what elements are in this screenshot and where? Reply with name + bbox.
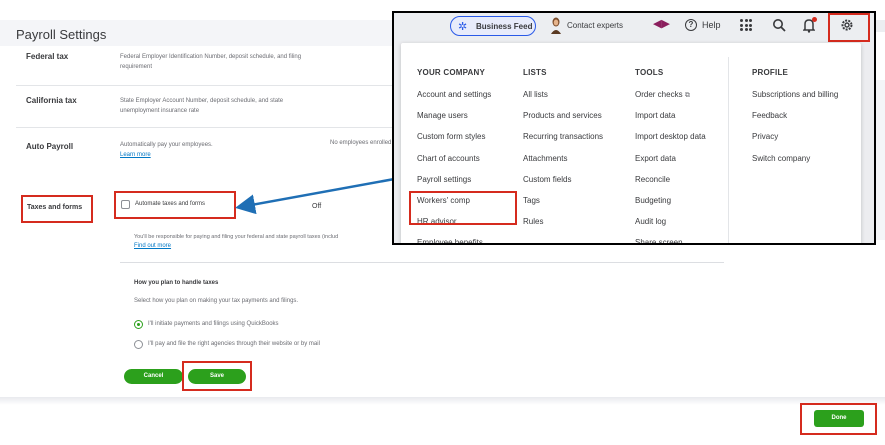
- menu-list: All lists Products and services Recurrin…: [523, 84, 603, 232]
- menu-item-import-data[interactable]: Import data: [635, 105, 706, 126]
- help-link[interactable]: Help: [702, 20, 721, 30]
- menu-item-subscriptions-billing[interactable]: Subscriptions and billing: [752, 84, 838, 105]
- menu-heading: PROFILE: [752, 68, 789, 77]
- menu-item-tags[interactable]: Tags: [523, 190, 603, 211]
- menu-item-recurring-transactions[interactable]: Recurring transactions: [523, 126, 603, 147]
- order-checks-label: Order checks: [635, 90, 683, 99]
- menu-item-chart-of-accounts[interactable]: Chart of accounts: [417, 148, 491, 169]
- menu-item-custom-form-styles[interactable]: Custom form styles: [417, 126, 491, 147]
- settings-dropdown-menu: YOUR COMPANY Account and settings Manage…: [401, 43, 861, 243]
- search-icon[interactable]: [772, 18, 786, 32]
- menu-item-account-settings[interactable]: Account and settings: [417, 84, 491, 105]
- menu-item-products-services[interactable]: Products and services: [523, 105, 603, 126]
- menu-item-order-checks[interactable]: Order checks ⧉: [635, 84, 706, 105]
- arrows-icon[interactable]: ◀▶: [653, 17, 670, 30]
- menu-column-lists: LISTS All lists Products and services Re…: [523, 68, 603, 232]
- menu-item-export-data[interactable]: Export data: [635, 148, 706, 169]
- menu-list: Subscriptions and billing Feedback Priva…: [752, 84, 838, 169]
- menu-item-share-screen[interactable]: Share screen: [635, 232, 706, 243]
- menu-column-tools: TOOLS Order checks ⧉ Import data Import …: [635, 68, 706, 243]
- menu-item-reconcile[interactable]: Reconcile: [635, 169, 706, 190]
- notification-badge: [812, 17, 817, 22]
- gear-icon[interactable]: [840, 18, 854, 32]
- grid-icon[interactable]: [740, 19, 752, 31]
- menu-heading: TOOLS: [635, 68, 664, 77]
- top-bar: ✲ Business Feed Contact experts ◀▶ ? Hel…: [394, 13, 874, 42]
- menu-item-import-desktop-data[interactable]: Import desktop data: [635, 126, 706, 147]
- menu-item-audit-log[interactable]: Audit log: [635, 211, 706, 232]
- menu-heading: LISTS: [523, 68, 547, 77]
- menu-item-rules[interactable]: Rules: [523, 211, 603, 232]
- menu-item-switch-company[interactable]: Switch company: [752, 148, 838, 169]
- menu-item-custom-fields[interactable]: Custom fields: [523, 169, 603, 190]
- contact-experts-link[interactable]: Contact experts: [567, 21, 623, 30]
- payroll-settings-highlight: [409, 191, 517, 225]
- menu-item-privacy[interactable]: Privacy: [752, 126, 838, 147]
- menu-item-payroll-settings[interactable]: Payroll settings: [417, 169, 491, 190]
- menu-item-employee-benefits[interactable]: Employee benefits: [417, 232, 491, 243]
- help-icon[interactable]: ?: [685, 19, 697, 31]
- menu-item-all-lists[interactable]: All lists: [523, 84, 603, 105]
- menu-item-attachments[interactable]: Attachments: [523, 148, 603, 169]
- menu-item-manage-users[interactable]: Manage users: [417, 105, 491, 126]
- menu-column-divider: [728, 57, 729, 243]
- business-feed-button[interactable]: ✲ Business Feed: [450, 16, 536, 36]
- person-icon[interactable]: [551, 16, 561, 34]
- external-link-icon: ⧉: [684, 92, 690, 99]
- settings-menu-overlay: ✲ Business Feed Contact experts ◀▶ ? Hel…: [392, 11, 876, 245]
- menu-list: Order checks ⧉ Import data Import deskto…: [635, 84, 706, 243]
- business-feed-label: Business Feed: [476, 22, 533, 31]
- menu-column-profile: PROFILE Subscriptions and billing Feedba…: [752, 68, 838, 169]
- menu-item-feedback[interactable]: Feedback: [752, 105, 838, 126]
- menu-heading: YOUR COMPANY: [417, 68, 486, 77]
- menu-item-budgeting[interactable]: Budgeting: [635, 190, 706, 211]
- sparkle-icon: ✲: [458, 21, 468, 33]
